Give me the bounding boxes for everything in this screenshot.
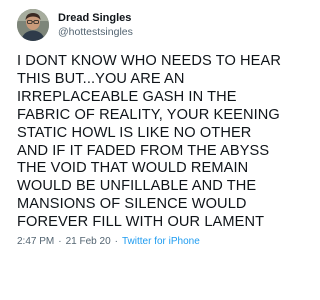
user-avatar-icon bbox=[17, 9, 49, 41]
meta-separator: · bbox=[114, 236, 118, 248]
author-names: Dread Singles @hottestsingles bbox=[58, 12, 133, 38]
tweet-text: I DONT KNOW WHO NEEDS TO HEAR THIS BUT..… bbox=[17, 53, 281, 231]
author-handle[interactable]: @hottestsingles bbox=[58, 26, 133, 38]
tweet-source-link[interactable]: Twitter for iPhone bbox=[122, 236, 200, 247]
tweet-header: Dread Singles @hottestsingles bbox=[17, 8, 278, 42]
tweet-card: Dread Singles @hottestsingles I DONT KNO… bbox=[0, 0, 288, 300]
meta-separator: · bbox=[58, 236, 62, 248]
avatar[interactable] bbox=[17, 9, 49, 41]
tweet-metadata: 2:47 PM · 21 Feb 20 · Twitter for iPhone bbox=[17, 236, 278, 247]
author-display-name[interactable]: Dread Singles bbox=[58, 12, 133, 25]
tweet-time[interactable]: 2:47 PM bbox=[17, 236, 54, 247]
tweet-date[interactable]: 21 Feb 20 bbox=[66, 236, 111, 247]
